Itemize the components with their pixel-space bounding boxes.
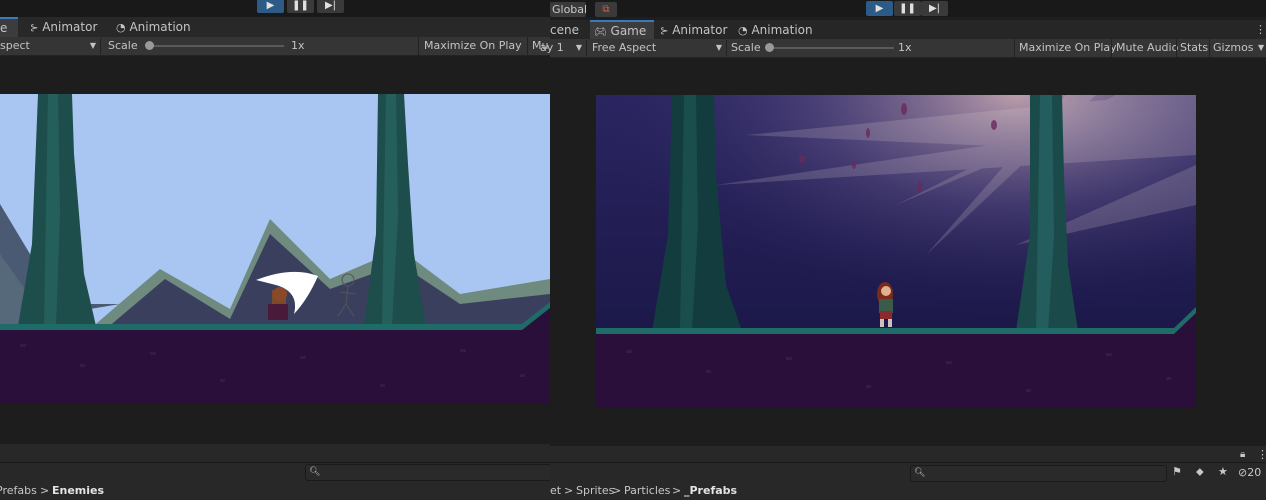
scale-label-left: Scale <box>108 39 138 52</box>
collab-icon[interactable]: ⧉ <box>595 2 617 17</box>
breadcrumb-sep: > <box>564 484 574 497</box>
step-icon: ▶| <box>324 0 337 11</box>
search-input-left[interactable]: 🔍︎ <box>305 464 552 481</box>
filter-by-type-icon[interactable]: ⚑ <box>1172 465 1182 478</box>
aspect-dropdown-left[interactable]: spect ▼ <box>0 38 101 54</box>
animator-icon: ⊱ <box>30 23 39 34</box>
pause-icon: ❚❚ <box>292 0 309 11</box>
play-button-right[interactable]: ▶ <box>866 1 893 16</box>
tab-animator-left[interactable]: ⊱ Animator <box>30 17 97 37</box>
left-tab-bar: e ⊱ Animator ◔ Animation <box>0 17 550 37</box>
right-game-scene <box>596 95 1196 408</box>
search-icon: 🔍︎ <box>309 467 321 477</box>
search-icon: 🔍︎ <box>914 468 926 478</box>
divider <box>550 462 1266 463</box>
animator-icon: ⊱ <box>660 26 669 37</box>
tab-animation-right[interactable]: ◔ Animation <box>738 20 813 40</box>
divider <box>1176 39 1177 57</box>
step-button-left[interactable]: ▶| <box>317 0 344 13</box>
tab-label: Game <box>610 24 647 38</box>
scale-label-right: Scale <box>731 41 761 54</box>
kebab-icon[interactable]: ⋮ <box>1255 20 1266 39</box>
animation-clock-icon: ◔ <box>738 24 748 37</box>
tab-label: Animator <box>42 20 98 34</box>
breadcrumb-left: Prefabs > Enemies <box>0 482 550 500</box>
pause-icon: ❚❚ <box>899 3 916 14</box>
divider <box>418 37 419 55</box>
chevron-down-icon[interactable]: ▼ <box>1258 39 1264 57</box>
step-icon: ▶| <box>928 3 941 14</box>
top-toolbar <box>0 0 1266 17</box>
scale-value-right: 1x <box>898 41 912 54</box>
breadcrumb-current[interactable]: Enemies <box>52 482 104 500</box>
breadcrumb-sep: > <box>612 484 622 497</box>
animation-clock-icon: ◔ <box>116 21 126 34</box>
chevron-down-icon: ▼ <box>715 43 722 52</box>
play-button-left[interactable]: ▶ <box>257 0 284 13</box>
label-tag-icon[interactable]: ⬥ <box>1196 465 1204 479</box>
breadcrumb-item[interactable]: Particles <box>624 482 670 500</box>
mute-audio-right[interactable]: Mute Audio <box>1116 39 1178 57</box>
left-game-scene <box>0 94 550 404</box>
left-game-view[interactable] <box>0 94 550 404</box>
gizmos-button[interactable]: Gizmos <box>1213 39 1254 57</box>
breadcrumb-sep: > <box>672 484 682 497</box>
hidden-count-value: 20 <box>1247 466 1262 479</box>
left-game-toolbar: spect ▼ Scale 1x Maximize On Play Mu <box>0 37 550 56</box>
divider <box>1014 39 1015 57</box>
scale-slider-left[interactable] <box>148 45 284 47</box>
kebab-icon[interactable]: ⋮ <box>1257 448 1266 461</box>
play-icon: ▶ <box>875 3 884 14</box>
global-toggle[interactable]: Global <box>550 2 587 17</box>
pause-button-right[interactable]: ❚❚ <box>894 1 921 16</box>
search-input-right[interactable]: 🔍︎ <box>910 465 1167 482</box>
divider <box>527 37 528 55</box>
aspect-label: Free Aspect <box>592 41 657 54</box>
divider <box>1209 39 1210 57</box>
breadcrumb-right: et > Sprites > Particles > _Prefabs <box>550 482 1266 500</box>
scale-slider-knob[interactable] <box>145 41 154 50</box>
hidden-count[interactable]: ⊘20 <box>1238 466 1261 479</box>
tab-label: Animation <box>751 23 813 37</box>
eye-slash-icon: ⊘ <box>1238 466 1248 479</box>
divider <box>0 462 550 463</box>
right-game-toolbar: ay 1 ▼ Free Aspect ▼ Scale 1x Maximize O… <box>540 39 1266 58</box>
tab-label: cene <box>550 23 579 37</box>
breadcrumb-item[interactable]: Sprites <box>576 482 614 500</box>
chevron-down-icon: ▼ <box>575 43 582 52</box>
chevron-down-icon: ▼ <box>89 41 96 50</box>
aspect-dropdown-right[interactable]: Free Aspect ▼ <box>588 40 727 56</box>
breadcrumb-sep: > <box>40 484 50 497</box>
tab-scene-left[interactable]: e <box>0 17 18 37</box>
display-label: ay 1 <box>540 41 564 54</box>
breadcrumb-item[interactable]: Prefabs <box>0 482 37 500</box>
right-tab-bar: cene 🎮︎ Game ⊱ Animator ◔ Animation ⋮ <box>550 20 1266 40</box>
play-icon: ▶ <box>266 0 275 11</box>
scale-slider-right[interactable] <box>770 47 894 49</box>
divider <box>1111 39 1112 57</box>
maximize-on-play-left[interactable]: Maximize On Play <box>424 37 522 55</box>
maximize-on-play-right[interactable]: Maximize On Play <box>1019 39 1117 57</box>
step-button-right[interactable]: ▶| <box>921 1 948 16</box>
tab-animator-right[interactable]: ⊱ Animator <box>660 20 727 40</box>
right-game-view[interactable] <box>596 95 1196 408</box>
breadcrumb-item[interactable]: et <box>550 482 561 500</box>
pause-button-left[interactable]: ❚❚ <box>287 0 314 13</box>
tab-label: Animation <box>129 20 191 34</box>
scale-value-left: 1x <box>291 39 305 52</box>
aspect-label: spect <box>0 39 30 52</box>
tab-label: e <box>0 21 8 35</box>
lock-icon[interactable]: 🔒︎ <box>1240 449 1245 460</box>
favorite-star-icon[interactable]: ★ <box>1218 465 1228 478</box>
stats-button[interactable]: Stats <box>1180 39 1208 57</box>
tab-label: Animator <box>672 23 728 37</box>
game-controller-icon: 🎮︎ <box>594 27 607 38</box>
tab-scene-right[interactable]: cene <box>550 20 579 40</box>
tab-animation-left[interactable]: ◔ Animation <box>116 17 191 37</box>
display-dropdown[interactable]: ay 1 ▼ <box>536 40 587 56</box>
tab-game-right[interactable]: 🎮︎ Game <box>590 20 654 40</box>
breadcrumb-current[interactable]: _Prefabs <box>684 482 737 500</box>
scale-slider-knob[interactable] <box>765 43 774 52</box>
